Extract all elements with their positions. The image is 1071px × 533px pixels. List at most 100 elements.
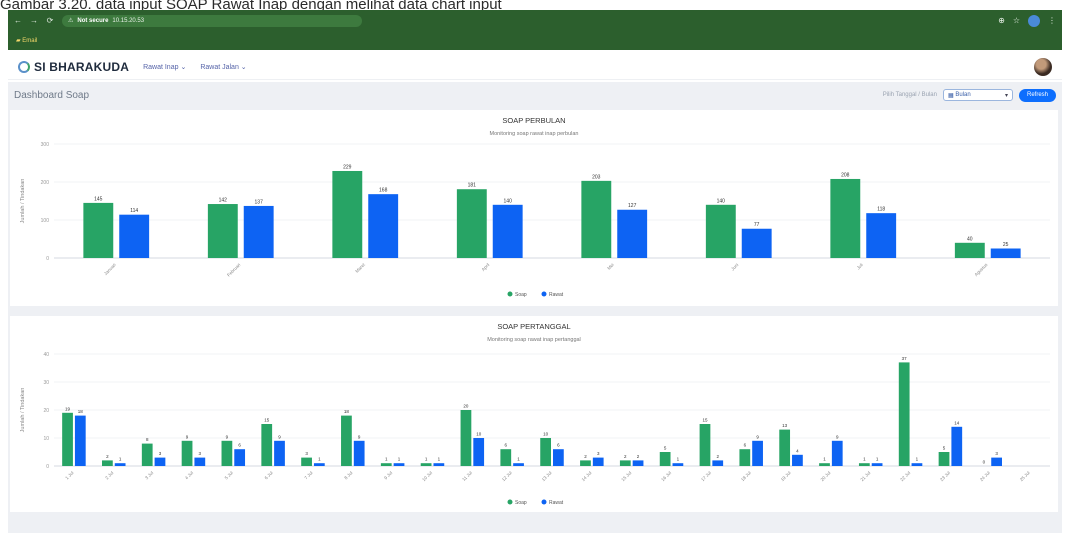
chevron-down-icon: ▾ (1004, 92, 1008, 99)
app-logo[interactable]: SI BHARAKUDA (18, 60, 129, 74)
bookmarks-bar: ▰ Email (8, 31, 1062, 50)
data-label: 5 (943, 446, 946, 451)
chart-bar-soap (659, 452, 671, 466)
x-tick-label: 5 Jul (224, 470, 234, 480)
x-tick-label: 22 Jul (899, 470, 911, 482)
data-label: 5 (664, 446, 667, 451)
data-label: 2 (624, 454, 627, 459)
period-select[interactable]: ▦ Bulan ▾ (942, 89, 1013, 101)
browser-toolbar: ← → ⟳ ⚠ Not secure 10.15.20.53 ⊕ ☆ ⋮ (8, 10, 1062, 31)
zoom-icon[interactable]: ⊕ (998, 16, 1005, 25)
data-label: 1 (385, 457, 388, 462)
kebab-menu-icon[interactable]: ⋮ (1048, 16, 1056, 25)
bookmark-item[interactable]: Email (22, 38, 37, 44)
app-logo-text: SI BHARAKUDA (34, 59, 130, 74)
data-label: 20 (463, 404, 469, 409)
chart-bar-soap (938, 452, 950, 466)
chart-bar-rawat (353, 440, 365, 466)
data-label: 14 (954, 420, 960, 425)
data-label: 114 (130, 208, 138, 214)
chart-bar-soap (380, 463, 392, 466)
address-security-label: Not secure (77, 17, 109, 24)
back-icon[interactable]: ← (14, 16, 22, 25)
data-label: 1 (823, 457, 826, 462)
data-label: 9 (278, 434, 281, 439)
x-tick-label: 4 Jul (184, 470, 194, 480)
reload-icon[interactable]: ⟳ (46, 16, 54, 25)
legend-marker (507, 291, 513, 297)
chart-bar-soap (705, 204, 736, 258)
data-label: 6 (744, 443, 747, 448)
legend-label: Rawat (549, 292, 564, 298)
x-tick-label: Juli (856, 262, 864, 270)
data-label: 9 (358, 434, 361, 439)
page-title: Dashboard Soap (14, 89, 90, 101)
star-icon[interactable]: ☆ (1013, 16, 1020, 25)
legend-marker (541, 499, 547, 505)
data-label: 1 (318, 457, 321, 462)
chart-bar-soap (221, 440, 233, 466)
x-tick-label: Mei (606, 262, 615, 271)
x-tick-label: 16 Jul (660, 470, 672, 482)
data-label: 142 (219, 198, 228, 204)
x-tick-label: 6 Jul (264, 470, 274, 480)
browser-profile-icon[interactable] (1028, 14, 1040, 27)
menu-rawat-jalan[interactable]: Rawat Jalan ⌄ (200, 63, 246, 71)
chart-bar-rawat (991, 457, 1002, 466)
chart-bar-rawat (393, 463, 405, 466)
data-label: 2 (637, 454, 640, 459)
data-label: 145 (94, 196, 103, 202)
dashboard-content: Dashboard Soap Pilih Tanggal / Bulan ▦ B… (8, 82, 1062, 533)
data-label: 168 (379, 188, 388, 194)
chart-bar-soap (181, 440, 193, 466)
chart-bar-rawat (154, 457, 166, 466)
chart-bar-soap (207, 204, 238, 258)
forward-icon[interactable]: → (30, 16, 38, 25)
data-label: 140 (717, 198, 726, 204)
x-tick-label: 9 Jul (383, 470, 393, 480)
chart-bar-soap (858, 463, 870, 466)
data-label: 13 (782, 423, 788, 428)
chart-bar-soap (898, 362, 910, 466)
data-label: 137 (255, 199, 264, 205)
chart-bar-rawat (792, 454, 803, 466)
x-tick-label: 25 Jul (1019, 470, 1031, 482)
legend-marker (541, 291, 547, 297)
chart-bar-rawat (617, 209, 648, 258)
x-tick-label: 15 Jul (620, 470, 632, 482)
chart-bar-soap (261, 424, 273, 466)
filter-hint: Pilih Tanggal / Bulan (882, 92, 937, 98)
data-label: 9 (186, 434, 189, 439)
x-tick-label: April (481, 262, 491, 272)
data-label: 77 (754, 222, 760, 228)
chart-bar-soap (102, 460, 113, 466)
data-label: 18 (344, 409, 350, 414)
chart-bar-soap (739, 449, 751, 466)
chart-bar-soap (301, 457, 312, 466)
x-tick-label: Agustus (973, 262, 989, 278)
data-label: 2 (584, 454, 587, 459)
x-tick-label: 19 Jul (780, 470, 792, 482)
user-avatar[interactable] (1034, 57, 1052, 76)
chart-subtitle: Monitoring soap rawat inap perbulan (490, 131, 579, 137)
chart-bar-rawat (911, 463, 923, 466)
address-url: 10.15.20.53 (112, 17, 145, 24)
refresh-button[interactable]: Refresh (1018, 88, 1056, 102)
chart-bar-rawat (990, 248, 1021, 258)
data-label: 2 (716, 454, 719, 459)
app-header: SI BHARAKUDA Rawat Inap ⌄ Rawat Jalan ⌄ (8, 54, 1062, 80)
legend-label: Soap (515, 500, 527, 506)
chart-bar-soap (540, 438, 551, 466)
chart-bar-soap (581, 180, 612, 258)
chart-bar-rawat (752, 440, 763, 466)
data-label: 0 (983, 460, 986, 465)
data-label: 1 (916, 457, 919, 462)
x-tick-label: 10 Jul (421, 470, 433, 482)
data-label: 208 (841, 172, 850, 178)
chart-bar-rawat (741, 228, 772, 258)
data-label: 19 (65, 406, 71, 411)
address-bar[interactable]: ⚠ Not secure 10.15.20.53 (62, 14, 362, 27)
menu-rawat-inap[interactable]: Rawat Inap ⌄ (143, 63, 186, 71)
data-label: 1 (517, 457, 520, 462)
y-tick-label: 20 (43, 408, 49, 414)
